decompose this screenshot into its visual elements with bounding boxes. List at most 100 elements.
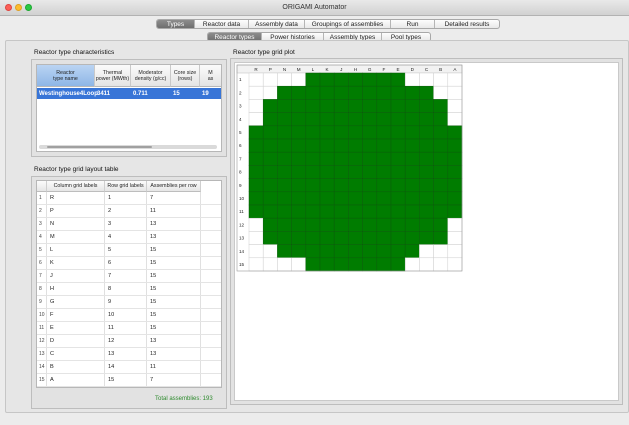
cell-row-grid-label[interactable]: 6 — [105, 257, 147, 269]
assembly-cell-empty — [447, 217, 463, 232]
assembly-cell-empty — [419, 244, 434, 259]
table-row[interactable]: 7 J 7 15 — [37, 270, 221, 283]
assembly-cell-filled — [390, 112, 406, 127]
column-header-column-grid-labels[interactable]: Column grid labels — [47, 181, 105, 192]
cell-row-grid-label[interactable]: 14 — [105, 361, 147, 373]
column-header-moderator-density[interactable]: Moderator density (g/cc) — [131, 65, 171, 87]
table-row[interactable]: 12 D 12 13 — [37, 335, 221, 348]
tab-groupings-of-assemblies[interactable]: Groupings of assemblies — [305, 20, 391, 28]
assembly-cell-filled — [376, 72, 392, 87]
column-header-core-size[interactable]: Core size (rows) — [171, 65, 200, 87]
table-row[interactable]: 11 E 11 15 — [37, 322, 221, 335]
table-row[interactable]: 1R17 — [37, 192, 221, 205]
cell-column-grid-label[interactable]: M — [47, 231, 105, 243]
cell-column-grid-label[interactable]: B — [47, 361, 105, 373]
table-row[interactable]: 3 N 3 13 — [37, 218, 221, 231]
assembly-cell-filled — [291, 151, 307, 166]
column-header-reactor-type-name[interactable]: Reactor type name — [37, 65, 95, 87]
cell-row-grid-label[interactable]: 2 — [105, 205, 147, 217]
cell-row-grid-label[interactable]: 3 — [105, 218, 147, 230]
cell-row-grid-label[interactable]: 12 — [105, 335, 147, 347]
assembly-cell-filled — [305, 151, 321, 166]
cell-assemblies-per-row[interactable]: 13 — [147, 218, 201, 230]
cell-column-grid-label[interactable]: J — [47, 270, 105, 282]
cell-row-grid-label[interactable]: 15 — [105, 374, 147, 386]
cell-assemblies-per-row[interactable]: 15 — [147, 257, 201, 269]
header-line: M — [208, 69, 213, 76]
cell-reactor-type-name[interactable]: Westinghouse4Loop — [37, 88, 98, 99]
scrollbar-thumb[interactable] — [47, 146, 152, 148]
cell-assemblies-per-row[interactable]: 11 — [147, 205, 201, 217]
assembly-cell-filled — [262, 151, 278, 166]
cell-assemblies-per-row[interactable]: 13 — [147, 348, 201, 360]
cell-row-grid-label[interactable]: 8 — [105, 283, 147, 295]
cell-row-grid-label[interactable]: 10 — [105, 309, 147, 321]
row-label: 12 — [239, 222, 245, 227]
cell-column-grid-label[interactable]: E — [47, 322, 105, 334]
cell-column-grid-label[interactable]: H — [47, 283, 105, 295]
cell-row-grid-label[interactable]: 13 — [105, 348, 147, 360]
column-header-thermal-power[interactable]: Thermal power (MWth) — [95, 65, 131, 87]
cell-moderator-density[interactable]: 0.711 — [131, 88, 171, 99]
cell-assemblies-per-row[interactable]: 7 — [147, 374, 201, 386]
table-row[interactable]: 8 H 8 15 — [37, 283, 221, 296]
column-header-max-assemblies[interactable]: Mas — [200, 65, 221, 87]
tab-detailed-results[interactable]: Detailed results — [435, 20, 499, 28]
cell-column-grid-label[interactable]: D — [47, 335, 105, 347]
cell-row-grid-label[interactable]: 11 — [105, 322, 147, 334]
assembly-cell-filled — [277, 204, 292, 219]
assembly-cell-empty — [248, 244, 264, 259]
cell-core-size[interactable]: 15 — [171, 88, 200, 99]
cell-assemblies-per-row[interactable]: 7 — [147, 192, 201, 204]
assembly-cell-filled — [404, 231, 420, 245]
table-row-selected[interactable]: Westinghouse4Loop 3411 0.711 15 19 — [37, 88, 221, 99]
tab-run[interactable]: Run — [391, 20, 435, 28]
cell-row-grid-label[interactable]: 7 — [105, 270, 147, 282]
cell-row-grid-label[interactable]: 1 — [105, 192, 147, 204]
cell-column-grid-label[interactable]: N — [47, 218, 105, 230]
cell-column-grid-label[interactable]: L — [47, 244, 105, 256]
cell-column-grid-label[interactable]: R — [47, 192, 105, 204]
assembly-cell-filled — [305, 138, 321, 153]
tab-reactor-data[interactable]: Reactor data — [195, 20, 249, 28]
table-row[interactable]: 4 M 4 13 — [37, 231, 221, 244]
cell-assemblies-per-row[interactable]: 15 — [147, 296, 201, 308]
cell-row-grid-label[interactable]: 4 — [105, 231, 147, 243]
cell-row-grid-label[interactable]: 9 — [105, 296, 147, 308]
column-header-assemblies-per-row[interactable]: Assemblies per row — [147, 181, 201, 192]
table-row[interactable]: 6 K 6 15 — [37, 257, 221, 270]
cell-column-grid-label[interactable]: P — [47, 205, 105, 217]
cell-column-grid-label[interactable]: G — [47, 296, 105, 308]
cell-assemblies-per-row[interactable]: 15 — [147, 270, 201, 282]
column-header-row-grid-labels[interactable]: Row grid labels — [105, 181, 147, 192]
cell-assemblies-per-row[interactable]: 15 — [147, 309, 201, 321]
cell-assemblies-per-row[interactable]: 15 — [147, 322, 201, 334]
cell-column-grid-label[interactable]: C — [47, 348, 105, 360]
table-row[interactable]: 9 G 9 15 — [37, 296, 221, 309]
cell-column-grid-label[interactable]: A — [47, 374, 105, 386]
cell-column-grid-label[interactable]: K — [47, 257, 105, 269]
table-row[interactable]: 5 L 5 15 — [37, 244, 221, 257]
cell-assemblies-per-row[interactable]: 15 — [147, 283, 201, 295]
table-row[interactable]: 15 A 15 7 — [37, 374, 221, 387]
table-row[interactable]: 13 C 13 13 — [37, 348, 221, 361]
assembly-cell-filled — [362, 204, 378, 219]
cell-row-grid-label[interactable]: 5 — [105, 244, 147, 256]
cell-column-grid-label[interactable]: F — [47, 309, 105, 321]
tab-types[interactable]: Types — [157, 20, 195, 28]
cell-assemblies-per-row[interactable]: 11 — [147, 361, 201, 373]
horizontal-scrollbar[interactable] — [39, 145, 217, 149]
table-row[interactable]: 14 B 14 11 — [37, 361, 221, 374]
assembly-cell-filled — [348, 99, 363, 113]
assembly-cell-filled — [333, 178, 349, 193]
assembly-cell-filled — [333, 191, 349, 206]
cell-thermal-power[interactable]: 3411 — [95, 88, 131, 99]
cell-assemblies-per-row[interactable]: 13 — [147, 231, 201, 243]
table-row[interactable]: 2 P 2 11 — [37, 205, 221, 218]
cell-max-assemblies[interactable]: 19 — [200, 88, 221, 99]
table-row[interactable]: 10 F 10 15 — [37, 309, 221, 322]
assembly-cell-filled — [319, 231, 335, 245]
tab-assembly-data[interactable]: Assembly data — [249, 20, 305, 28]
cell-assemblies-per-row[interactable]: 15 — [147, 244, 201, 256]
cell-assemblies-per-row[interactable]: 13 — [147, 335, 201, 347]
